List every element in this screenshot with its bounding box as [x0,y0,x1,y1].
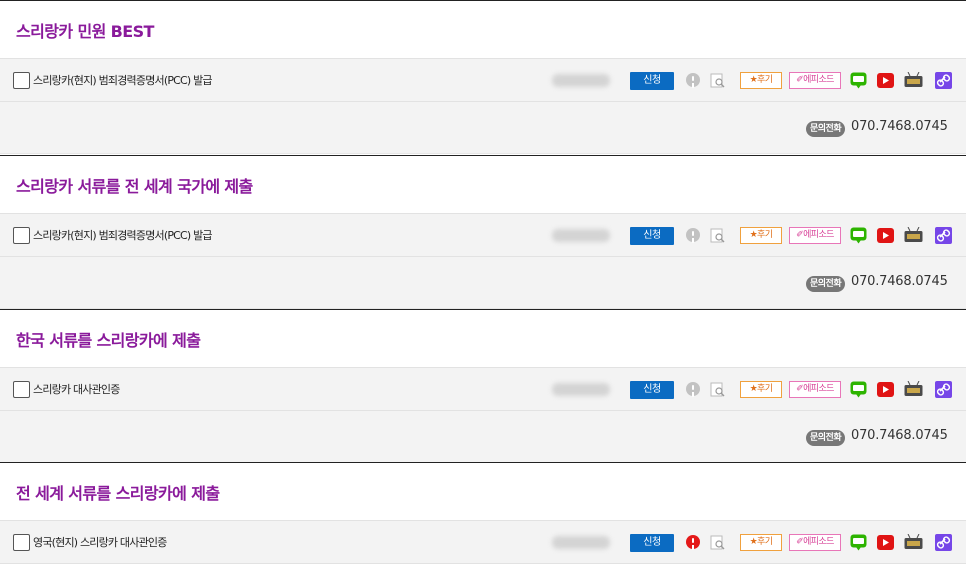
review-tag[interactable]: ★후기 [740,72,782,89]
phone-badge: 문의전화 [806,121,846,137]
tv-icon[interactable] [904,381,923,398]
youtube-icon[interactable] [877,535,894,550]
row-label[interactable]: 영국(현지) 스리랑카 대사관인증 [33,534,167,550]
section-header: 한국 서류를 스리랑카에 제출 [0,309,966,367]
phone-number[interactable]: 070.7468.0745 [851,274,948,289]
section-title: 스리랑카 서류를 전 세계 국가에 제출 [16,176,253,196]
blog-icon[interactable] [850,534,867,551]
review-tag[interactable]: ★후기 [740,227,782,244]
section-header: 전 세계 서류를 스리랑카에 제출 [0,462,966,520]
section-title: 전 세계 서류를 스리랑카에 제출 [16,483,220,503]
row-checkbox[interactable] [13,72,30,89]
row-label[interactable]: 스리랑카 대사관인증 [33,381,120,397]
blog-icon[interactable] [850,72,867,89]
link-icon[interactable] [935,381,952,398]
section-header: 스리랑카 서류를 전 세계 국가에 제출 [0,155,966,213]
review-tag[interactable]: ★후기 [740,381,782,398]
list-item: 스리랑카(현지) 범죄경력증명서(PCC) 발급 신청 ★후기 ✐에피소드 [0,58,966,102]
phone-bar: 문의전화 070.7468.0745 [0,257,966,309]
list-item: 영국(현지) 스리랑카 대사관인증 신청 ★후기 ✐에피소드 [0,520,966,564]
row-label[interactable]: 스리랑카(현지) 범죄경력증명서(PCC) 발급 [33,227,213,243]
tv-icon[interactable] [904,72,923,89]
row-label[interactable]: 스리랑카(현지) 범죄경력증명서(PCC) 발급 [33,72,213,88]
phone-badge: 문의전화 [806,276,846,292]
magnifier-icon[interactable] [710,228,726,244]
list-item: 스리랑카 대사관인증 신청 ★후기 ✐에피소드 [0,367,966,411]
magnifier-icon[interactable] [710,382,726,398]
info-icon[interactable] [686,382,700,396]
phone-number[interactable]: 070.7468.0745 [851,119,948,134]
episode-tag[interactable]: ✐에피소드 [789,72,841,89]
youtube-icon[interactable] [877,382,894,397]
section-title: 한국 서류를 스리랑카에 제출 [16,330,201,350]
apply-button[interactable]: 신청 [630,534,674,552]
episode-tag[interactable]: ✐에피소드 [789,227,841,244]
link-icon[interactable] [935,534,952,551]
section-sri-lanka-docs-worldwide: 스리랑카 서류를 전 세계 국가에 제출 스리랑카(현지) 범죄경력증명서(PC… [0,155,966,309]
blurred-price [552,383,610,396]
episode-tag[interactable]: ✐에피소드 [789,381,841,398]
blurred-price [552,536,610,549]
magnifier-icon[interactable] [710,73,726,89]
blurred-price [552,229,610,242]
review-tag[interactable]: ★후기 [740,534,782,551]
tv-icon[interactable] [904,534,923,551]
section-worldwide-docs-to-sri-lanka: 전 세계 서류를 스리랑카에 제출 영국(현지) 스리랑카 대사관인증 신청 ★… [0,462,966,564]
tv-icon[interactable] [904,227,923,244]
info-icon[interactable] [686,73,700,87]
magnifier-icon[interactable] [710,535,726,551]
link-icon[interactable] [935,72,952,89]
phone-badge: 문의전화 [806,430,846,446]
row-checkbox[interactable] [13,381,30,398]
phone-number[interactable]: 070.7468.0745 [851,428,948,443]
apply-button[interactable]: 신청 [630,227,674,245]
apply-button[interactable]: 신청 [630,72,674,90]
row-checkbox[interactable] [13,227,30,244]
phone-bar: 문의전화 070.7468.0745 [0,102,966,154]
list-item: 스리랑카(현지) 범죄경력증명서(PCC) 발급 신청 ★후기 ✐에피소드 [0,213,966,257]
section-header: 스리랑카 민원 BEST [0,0,966,58]
youtube-icon[interactable] [877,228,894,243]
blurred-price [552,74,610,87]
blog-icon[interactable] [850,227,867,244]
section-korea-docs-to-sri-lanka: 한국 서류를 스리랑카에 제출 스리랑카 대사관인증 신청 ★후기 ✐에피소드 … [0,309,966,463]
section-sri-lanka-best: 스리랑카 민원 BEST 스리랑카(현지) 범죄경력증명서(PCC) 발급 신청… [0,0,966,154]
row-checkbox[interactable] [13,534,30,551]
apply-button[interactable]: 신청 [630,381,674,399]
info-icon[interactable] [686,228,700,242]
blog-icon[interactable] [850,381,867,398]
episode-tag[interactable]: ✐에피소드 [789,534,841,551]
alert-icon[interactable] [686,535,700,549]
link-icon[interactable] [935,227,952,244]
section-title: 스리랑카 민원 BEST [16,21,154,41]
youtube-icon[interactable] [877,73,894,88]
phone-bar: 문의전화 070.7468.0745 [0,411,966,463]
